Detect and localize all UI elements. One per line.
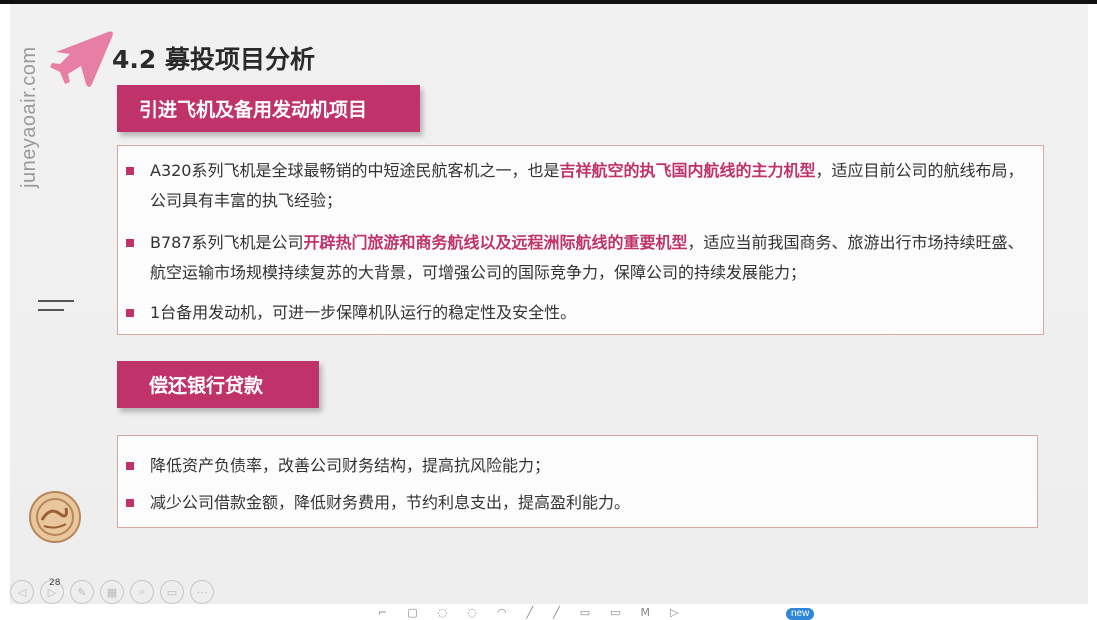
company-emblem-icon [29,491,81,543]
bullet-icon [126,167,134,175]
toolbar-icon[interactable]: ▢ [407,606,417,619]
section-tag-loan: 偿还银行贷款 [117,361,319,408]
list-item: B787系列飞机是公司开辟热门旅游和商务航线以及远程洲际航线的重要机型，适应当前… [126,228,1029,288]
new-badge: new [786,608,815,620]
zoom-icon[interactable]: ⌕ [130,580,154,604]
bullet-icon [126,239,134,247]
toolbar-icon[interactable]: ▷ [670,606,678,619]
bottom-toolbar-icons: ⌐ ▢ ◌ ◌ ◠ ╱ ╱ ▭ ▭ M ▷ [378,606,678,619]
item-text: 1台备用发动机，可进一步保障机队运行的稳定性及安全性。 [150,303,577,322]
bullet-icon [126,499,134,507]
slides-icon[interactable]: ▦ [100,580,124,604]
item-text: 减少公司借款金额，降低财务费用，节约利息支出，提高盈利能力。 [150,493,631,512]
list-item: 降低资产负债率，改善公司财务结构，提高抗风险能力； [126,451,1023,481]
page-number: 28 [49,578,61,588]
menu-lines-icon [38,300,74,314]
subtitle-icon[interactable]: ▭ [160,580,184,604]
item-text: B787系列飞机是公司 [150,233,304,252]
loan-repayment-box: 降低资产负债率，改善公司财务结构，提高抗风险能力； 减少公司借款金额，降低财务费… [117,435,1038,528]
list-item: 1台备用发动机，可进一步保障机队运行的稳定性及安全性。 [126,298,1029,328]
item-highlight: 吉祥航空的执飞国内航线的主力机型 [559,161,816,180]
toolbar-icon[interactable]: ◌ [467,606,477,619]
bullet-icon [126,309,134,317]
toolbar-icon[interactable]: ◌ [438,606,448,619]
toolbar-icon[interactable]: ◠ [497,606,507,619]
page-title: 4.2 募投项目分析 [112,45,315,74]
toolbar-icon[interactable]: ⌐ [378,606,387,619]
more-icon[interactable]: ⋯ [190,580,214,604]
list-item: A320系列飞机是全球最畅销的中短途民航客机之一，也是吉祥航空的执飞国内航线的主… [126,156,1029,216]
section-tag-aircraft: 引进飞机及备用发动机项目 [117,85,420,132]
item-highlight: 开辟热门旅游和商务航线以及远程洲际航线的重要机型 [303,233,688,252]
plane-logo-icon [50,31,113,87]
toolbar-icon[interactable]: ╱ [526,606,533,619]
bullet-icon [126,462,134,470]
toolbar-icon[interactable]: ▭ [610,606,620,619]
item-text: A320系列飞机是全球最畅销的中短途民航客机之一，也是 [150,161,560,180]
toolbar-icon[interactable]: ╱ [553,606,560,619]
item-text: 降低资产负债率，改善公司财务结构，提高抗风险能力； [150,456,551,475]
pen-icon[interactable]: ✎ [70,580,94,604]
prev-icon[interactable]: ◁ [10,580,34,604]
aircraft-project-box: A320系列飞机是全球最畅销的中短途民航客机之一，也是吉祥航空的执飞国内航线的主… [117,145,1044,335]
list-item: 减少公司借款金额，降低财务费用，节约利息支出，提高盈利能力。 [126,488,1023,518]
toolbar-icon[interactable]: M [641,606,651,619]
toolbar-icon[interactable]: ▭ [580,606,590,619]
